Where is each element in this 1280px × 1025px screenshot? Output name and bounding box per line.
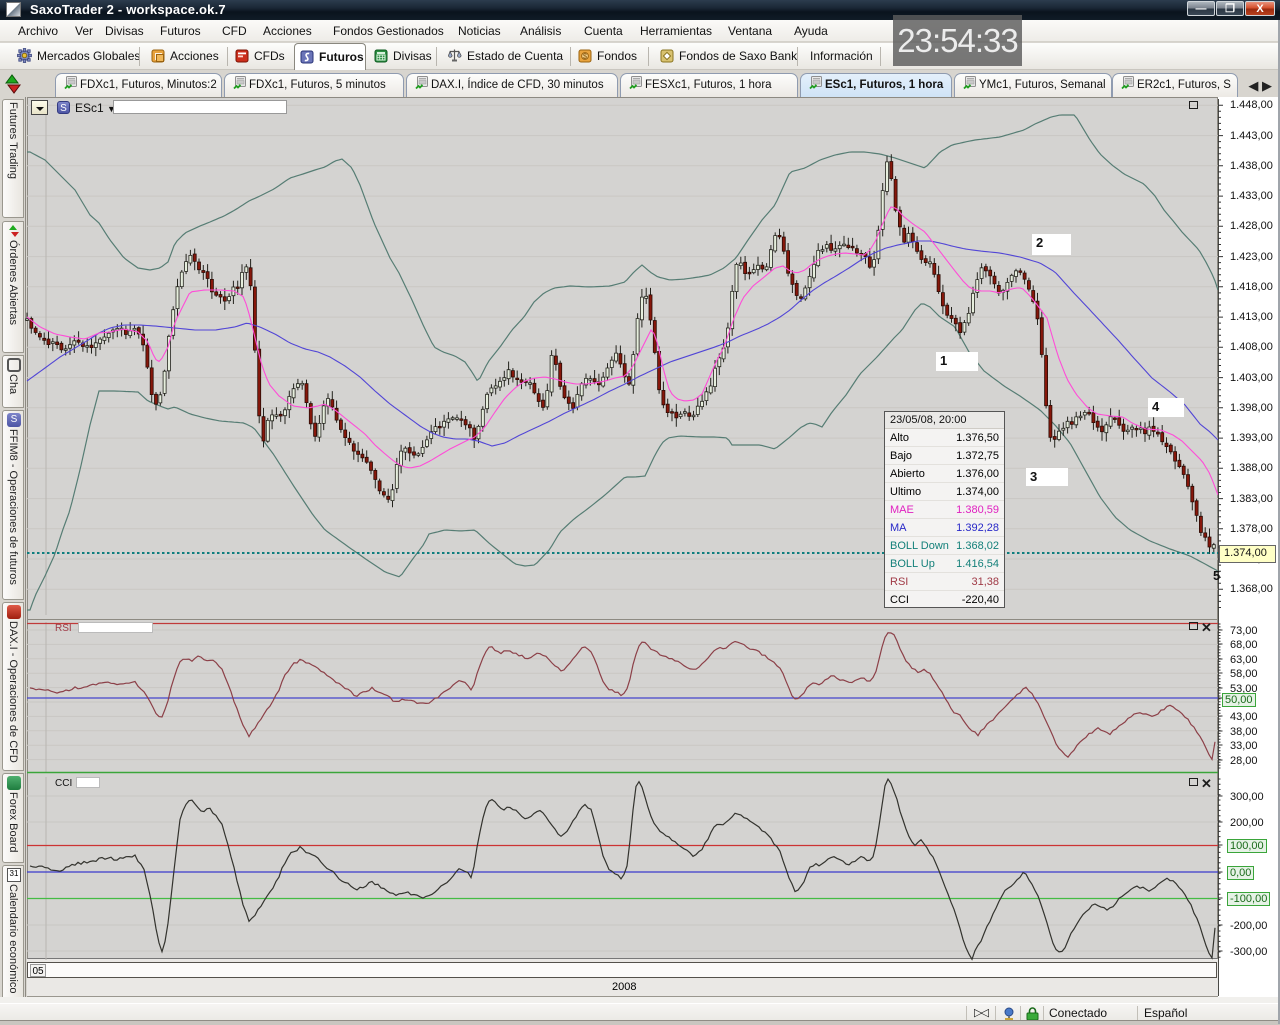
svg-text:$: $ — [583, 54, 587, 61]
